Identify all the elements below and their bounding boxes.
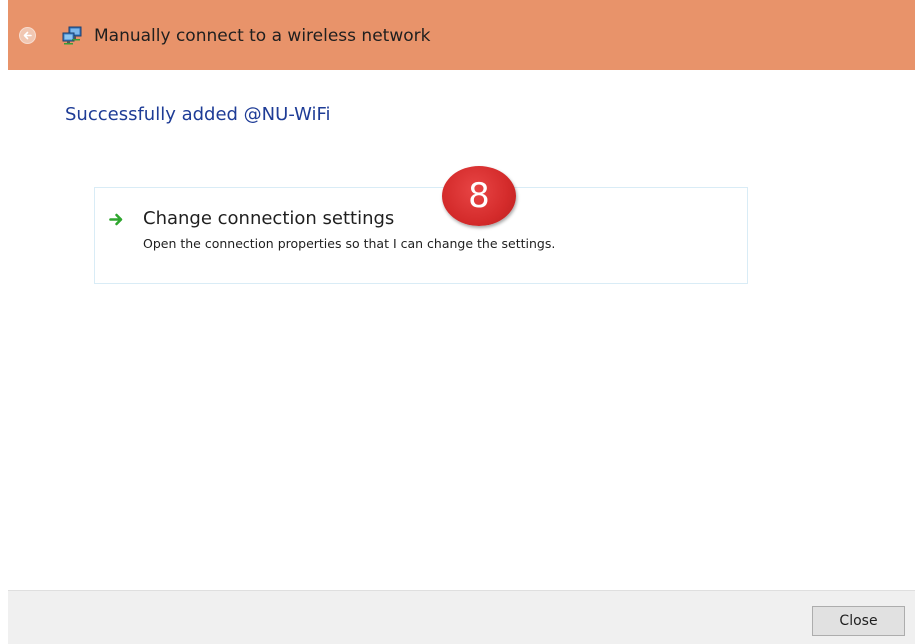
close-button[interactable]: Close — [812, 606, 905, 636]
network-icon — [62, 26, 82, 45]
step-number-badge: 8 — [442, 166, 516, 226]
back-button[interactable] — [19, 27, 36, 44]
green-arrow-icon — [109, 213, 123, 226]
footer-bar: Close — [8, 590, 915, 644]
title-bar: Manually connect to a wireless network — [8, 0, 915, 70]
back-arrow-icon — [23, 31, 32, 40]
command-link-description: Open the connection properties so that I… — [143, 236, 556, 251]
command-link-title: Change connection settings — [143, 208, 395, 229]
window-title: Manually connect to a wireless network — [94, 26, 431, 46]
change-connection-settings-link[interactable]: Change connection settings Open the conn… — [94, 187, 748, 284]
success-heading: Successfully added @NU-WiFi — [65, 104, 331, 125]
